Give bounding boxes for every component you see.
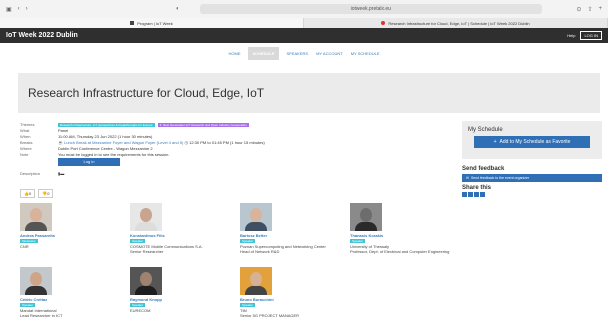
page-content: Research Infrastructure for Cloud, Edge,… [0,63,608,324]
send-feedback-button[interactable]: ✉ Send feedback to the event organizer [462,174,602,182]
speaker-card[interactable]: Konstantinos Filis Speaker COSMOTE Mobil… [130,203,240,254]
page-title: Research Infrastructure for Cloud, Edge,… [28,86,265,100]
share-header: Share this [462,185,492,191]
speaker-photo [20,203,52,231]
browser-tabs: Program | IoT Week Research Infrastructu… [0,18,608,28]
login-button[interactable]: LOG IN [580,31,602,40]
share-icon[interactable]: ⇧ [587,6,592,13]
location-link[interactable]: Dublin Port Conference Centre - Wagon Me… [58,146,153,151]
chevron-left-icon[interactable]: ‹ [18,6,20,13]
theme-tag[interactable]: 3. Next Generation IoT: Research and Ope… [157,122,249,127]
nav-my-schedule[interactable]: MY SCHEDULE [351,51,380,56]
speaker-photo [130,267,162,295]
speaker-card[interactable]: Bruno Buracchini Speaker TIM Senior 5G P… [240,267,350,318]
favicon-icon [130,21,135,25]
session-login-button[interactable]: Log in [58,158,120,166]
add-favorite-button[interactable]: + Add to My Schedule as Favorite [474,136,590,148]
coffee-icon: ☕ [58,139,63,145]
share-icons [462,192,602,197]
vote-buttons: 👍0 👎0 [20,189,54,198]
break-time: 12:30 PM to 01:45 PM (1 hour 15 minutes) [189,139,265,145]
help-link[interactable]: Help [567,33,575,38]
speaker-card[interactable]: Andrea Passarella Moderator CNR [20,203,130,249]
new-tab-icon[interactable]: + [598,6,602,13]
nav-my-account[interactable]: MY ACCOUNT [316,51,343,56]
sidebar: My Schedule + Add to My Schedule as Favo… [462,121,602,197]
download-icon[interactable]: ⊙ [576,6,581,13]
chevron-right-icon[interactable]: › [26,6,28,13]
my-schedule-header: My Schedule [468,127,503,133]
speaker-card[interactable]: Thanasis Korakis Speaker University of T… [350,203,460,254]
speaker-photo [240,267,272,295]
session-note: You must be logged in to see the require… [58,151,170,157]
speaker-photo [240,203,272,231]
nav-schedule[interactable]: SCHEDULE [248,46,279,60]
twitter-share-icon[interactable] [480,192,485,197]
speaker-photo [130,203,162,231]
tab-program[interactable]: Program | IoT Week [0,18,304,28]
main-nav: HOME SCHEDULE SPEAKERS MY ACCOUNT MY SCH… [0,43,608,63]
sidebar-toggle-icon[interactable]: ▣ [6,6,12,13]
envelope-icon: ✉ [466,176,469,180]
email-share-icon[interactable] [462,192,467,197]
session-time: 11:00 AM, Thursday 23 Jun 2022 (1 hour 3… [58,133,153,139]
theme-tag[interactable]: Research infrastructure, IoT perspective… [58,122,155,127]
page-title-box: Research Infrastructure for Cloud, Edge,… [18,73,600,113]
speaker-card[interactable]: Bartosz Belter Speaker Poznan Supercompu… [240,203,350,254]
user-plus-icon: + [493,139,497,145]
bar-chart-icon[interactable]: ▮▬ [58,171,64,176]
favicon-icon [381,21,386,25]
linkedin-share-icon[interactable] [474,192,479,197]
shield-icon[interactable]: ◐ [176,6,180,12]
speaker-card[interactable]: Raymond Knopp Speaker EURECOM [130,267,240,313]
speaker-card[interactable]: Cédric Crettaz Speaker Mandat Internatio… [20,267,130,318]
session-details: Themes Research infrastructure, IoT pers… [20,121,265,176]
address-bar[interactable]: iotweek.pretalx.eu [199,4,542,14]
facebook-share-icon[interactable] [468,192,473,197]
clock-icon: ◷ [184,139,188,145]
site-header: IoT Week 2022 Dublin Help LOG IN [0,28,608,43]
speaker-photo [20,267,52,295]
browser-toolbar: ▣ ‹ › ◐ iotweek.pretalx.eu ⊙ ⇧ + [0,0,608,18]
my-schedule-box: My Schedule + Add to My Schedule as Favo… [462,121,602,159]
nav-speakers[interactable]: SPEAKERS [287,51,309,56]
nav-home[interactable]: HOME [228,51,240,56]
tab-session[interactable]: Research Infrastructure for Cloud, Edge,… [304,18,608,28]
upvote-button[interactable]: 👍0 [20,189,36,198]
break-link[interactable]: Lunch Break at Mezzanine Foyer and Wagon… [64,140,183,145]
session-type: Panel [58,127,69,133]
downvote-button[interactable]: 👎0 [38,189,54,198]
feedback-header: Send feedback [462,166,505,172]
speaker-photo [350,203,382,231]
site-brand[interactable]: IoT Week 2022 Dublin [6,32,78,39]
